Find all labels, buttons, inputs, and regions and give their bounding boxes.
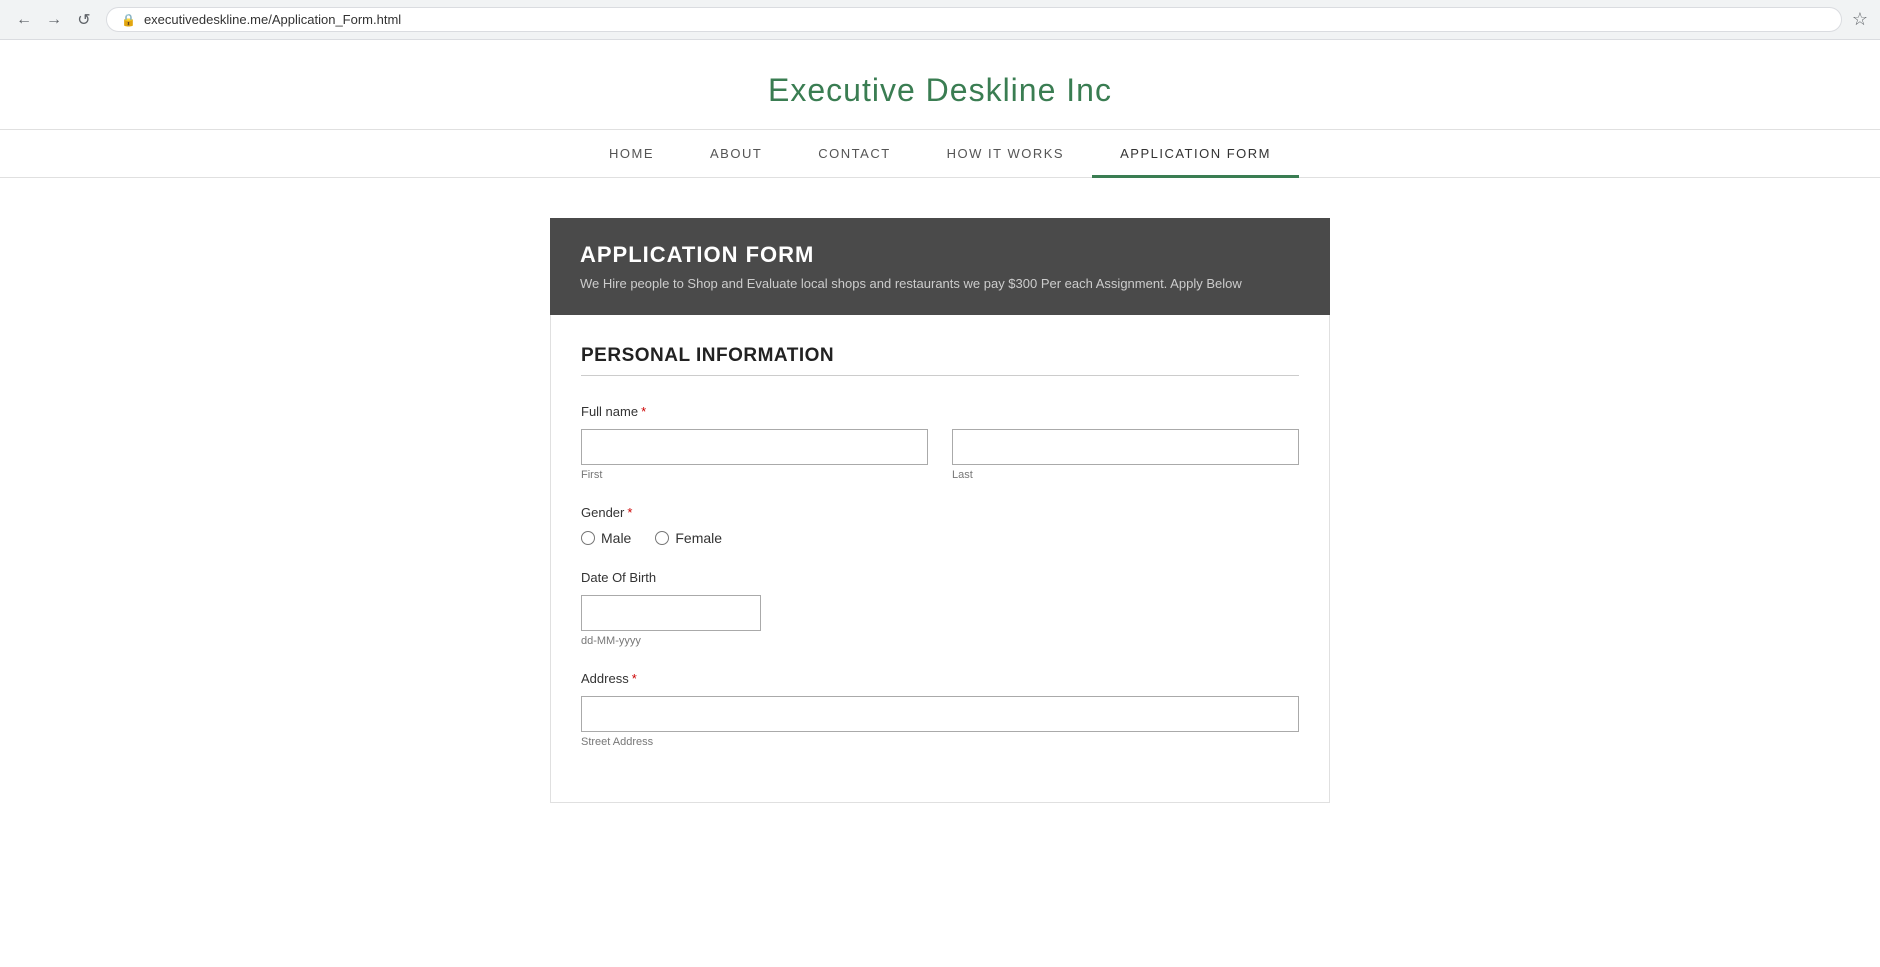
page-content: Executive Deskline Inc HOME ABOUT CONTAC… bbox=[0, 40, 1880, 803]
dob-input-wrapper: dd-MM-yyyy bbox=[581, 595, 1299, 647]
address-bar[interactable]: 🔒 executivedeskline.me/Application_Form.… bbox=[106, 7, 1842, 32]
site-title: Executive Deskline Inc bbox=[20, 72, 1860, 109]
name-fields-row: First Last bbox=[581, 429, 1299, 481]
nav-bar: HOME ABOUT CONTACT HOW IT WORKS APPLICAT… bbox=[0, 129, 1880, 178]
address-street-sublabel: Street Address bbox=[581, 736, 1299, 748]
first-name-input[interactable] bbox=[581, 429, 928, 465]
browser-chrome: ← → ↺ 🔒 executivedeskline.me/Application… bbox=[0, 0, 1880, 40]
main-content: APPLICATION FORM We Hire people to Shop … bbox=[530, 218, 1350, 803]
nav-item-contact[interactable]: CONTACT bbox=[790, 130, 918, 177]
last-name-input[interactable] bbox=[952, 429, 1299, 465]
gender-male-radio[interactable] bbox=[581, 531, 595, 545]
gender-required-star: * bbox=[627, 505, 632, 520]
nav-item-how-it-works[interactable]: HOW IT WORKS bbox=[919, 130, 1092, 177]
address-group: Address* Street Address bbox=[581, 671, 1299, 748]
gender-male-option[interactable]: Male bbox=[581, 530, 631, 546]
form-header-subtitle: We Hire people to Shop and Evaluate loca… bbox=[580, 276, 1300, 291]
back-button[interactable]: ← bbox=[12, 8, 36, 32]
dob-group: Date Of Birth dd-MM-yyyy bbox=[581, 570, 1299, 647]
reload-button[interactable]: ↺ bbox=[72, 8, 96, 32]
gender-female-option[interactable]: Female bbox=[655, 530, 722, 546]
url-text: executivedeskline.me/Application_Form.ht… bbox=[144, 12, 401, 27]
address-street-input[interactable] bbox=[581, 696, 1299, 732]
last-name-sublabel: Last bbox=[952, 469, 1299, 481]
nav-item-home[interactable]: HOME bbox=[581, 130, 682, 177]
first-name-sublabel: First bbox=[581, 469, 928, 481]
bookmark-star-icon[interactable]: ☆ bbox=[1852, 9, 1868, 30]
dob-format-hint: dd-MM-yyyy bbox=[581, 635, 1299, 647]
forward-button[interactable]: → bbox=[42, 8, 66, 32]
full-name-group: Full name* First Last bbox=[581, 404, 1299, 481]
form-body: PERSONAL INFORMATION Full name* First La… bbox=[550, 315, 1330, 803]
gender-group: Gender* Male Female bbox=[581, 505, 1299, 546]
gender-female-radio[interactable] bbox=[655, 531, 669, 545]
address-label: Address* bbox=[581, 671, 1299, 686]
dob-input[interactable] bbox=[581, 595, 761, 631]
lock-icon: 🔒 bbox=[121, 13, 136, 27]
address-required-star: * bbox=[632, 671, 637, 686]
last-name-field: Last bbox=[952, 429, 1299, 481]
nav-item-about[interactable]: ABOUT bbox=[682, 130, 790, 177]
first-name-field: First bbox=[581, 429, 928, 481]
personal-info-title: PERSONAL INFORMATION bbox=[581, 345, 1299, 367]
required-star: * bbox=[641, 404, 646, 419]
site-header: Executive Deskline Inc bbox=[0, 40, 1880, 129]
form-header: APPLICATION FORM We Hire people to Shop … bbox=[550, 218, 1330, 315]
dob-label: Date Of Birth bbox=[581, 570, 1299, 585]
full-name-label: Full name* bbox=[581, 404, 1299, 419]
form-header-title: APPLICATION FORM bbox=[580, 242, 1300, 268]
nav-item-application-form[interactable]: APPLICATION FORM bbox=[1092, 130, 1299, 177]
browser-nav-buttons: ← → ↺ bbox=[12, 8, 96, 32]
gender-radio-group: Male Female bbox=[581, 530, 1299, 546]
gender-label: Gender* bbox=[581, 505, 1299, 520]
section-divider bbox=[581, 375, 1299, 376]
